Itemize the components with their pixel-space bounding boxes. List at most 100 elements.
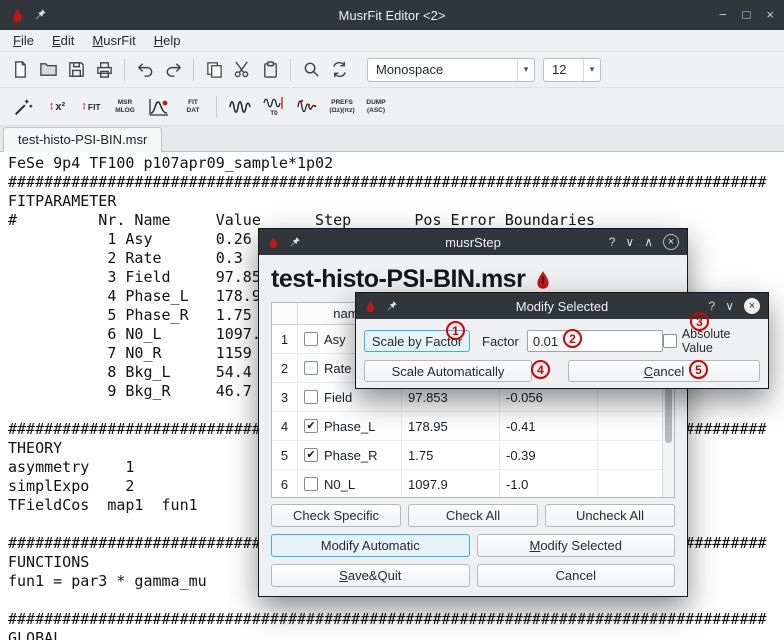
fit-button[interactable]: ↕ FIT — [74, 91, 108, 123]
row-checkbox[interactable] — [304, 390, 318, 404]
row-checkbox[interactable]: ✔ — [304, 419, 318, 433]
musrstep-titlebar[interactable]: musrStep ? ∨ ∧ × — [259, 229, 687, 255]
step-cell: -0.41 — [500, 412, 598, 440]
menu-help[interactable]: Help — [145, 31, 190, 50]
menu-edit[interactable]: Edit — [43, 31, 83, 50]
musrstep-cancel-button[interactable]: Cancel — [477, 564, 676, 587]
font-family-combo[interactable]: Monospace ▾ — [367, 58, 535, 82]
factor-input[interactable] — [527, 330, 663, 352]
toolbar-separator — [193, 59, 194, 81]
check-specific-button[interactable]: Check Specific — [271, 504, 401, 527]
tabbar: test-histo-PSI-BIN.msr — [0, 126, 784, 152]
pin-icon[interactable] — [385, 300, 398, 313]
msr-file-heading: test-histo-PSI-BIN.msr — [271, 265, 525, 294]
fit-dat-button[interactable]: FIT DAT — [176, 91, 210, 123]
app-icon — [364, 300, 377, 313]
font-size-combo[interactable]: 12 ▾ — [543, 58, 601, 82]
uncheck-all-button[interactable]: Uncheck All — [545, 504, 675, 527]
pin-icon[interactable] — [33, 8, 47, 22]
annotation-4: 4 — [531, 360, 550, 379]
help-icon[interactable]: ? — [709, 299, 716, 313]
updown-arrows-icon: ↕ — [49, 101, 55, 112]
musr-drop-icon — [533, 269, 553, 291]
step-cell: -1.0 — [500, 470, 598, 498]
row-checkbox[interactable] — [304, 361, 318, 375]
tab-msr-file[interactable]: test-histo-PSI-BIN.msr — [3, 127, 162, 152]
shade-icon[interactable]: ∨ — [725, 299, 734, 313]
name-cell: N0_L — [298, 470, 402, 498]
row-checkbox[interactable] — [304, 332, 318, 346]
table-row[interactable]: 6 N0_L 1097.9 -1.0 — [272, 470, 674, 498]
dialog-title: Modify Selected — [356, 299, 768, 314]
shade-icon[interactable]: ∨ — [625, 235, 634, 249]
modify-dialog-body: Scale by Factor Factor Absolute Value Sc… — [356, 319, 768, 390]
minimize-icon[interactable]: − — [719, 0, 727, 30]
dump-button[interactable]: DUMP (ASC) — [359, 91, 393, 123]
chisq-label: x² — [55, 101, 65, 113]
row-checkbox[interactable] — [304, 477, 318, 491]
fit-dat-bottom-label: DAT — [187, 107, 200, 115]
table-row[interactable]: 4 ✔ Phase_L 178.95 -0.41 — [272, 412, 674, 441]
menu-file[interactable]: File — [4, 31, 43, 50]
paste-button[interactable] — [256, 56, 284, 84]
save-button[interactable] — [62, 56, 90, 84]
value-cell: 1.75 — [402, 441, 500, 469]
musrfit-toolbar: ↕ x² ↕ FIT MSR MLOG FIT DAT T0 PR — [0, 88, 784, 126]
name-cell: ✔ Phase_R — [298, 441, 402, 469]
chevron-down-icon[interactable]: ▾ — [517, 59, 534, 81]
mlog-label: MLOG — [115, 107, 135, 115]
redo-button[interactable] — [159, 56, 187, 84]
save-quit-button[interactable]: Save&Quit — [271, 564, 470, 587]
prefs-button[interactable]: PREFS (Ωz)(πz) — [325, 91, 359, 123]
check-all-button[interactable]: Check All — [408, 504, 538, 527]
factor-label: Factor — [482, 334, 519, 349]
modify-selected-button[interactable]: Modify Selected — [477, 534, 676, 557]
row-checkbox[interactable]: ✔ — [304, 448, 318, 462]
annotation-3: 3 — [690, 312, 709, 331]
find-button[interactable] — [297, 56, 325, 84]
row-number: 6 — [272, 470, 298, 498]
close-icon[interactable]: × — [766, 0, 774, 30]
raw-plot-button[interactable] — [291, 91, 325, 123]
msr-mlog-swap-button[interactable]: MSR MLOG — [108, 91, 142, 123]
absolute-value-checkbox[interactable] — [663, 334, 677, 348]
help-icon[interactable]: ? — [609, 235, 616, 249]
app-icon — [267, 236, 280, 249]
row-number: 3 — [272, 383, 298, 411]
close-icon[interactable]: × — [744, 298, 760, 314]
table-row[interactable]: 5 ✔ Phase_R 1.75 -0.39 — [272, 441, 674, 470]
chisq-button[interactable]: ↕ x² — [40, 91, 74, 123]
main-titlebar[interactable]: MusrFit Editor <2> − □ × — [0, 0, 784, 30]
musrview-button[interactable] — [142, 91, 176, 123]
absolute-value-label: Absolute Value — [682, 327, 760, 355]
modify-selected-dialog: Modify Selected ? ∨ × Scale by Factor Fa… — [355, 292, 769, 389]
dump-sub-label: (ASC) — [367, 107, 385, 115]
musr-wizard-button[interactable] — [6, 91, 40, 123]
close-icon[interactable]: × — [663, 234, 679, 250]
toolbar-separator — [290, 59, 291, 81]
cut-button[interactable] — [228, 56, 256, 84]
t0-button[interactable]: T0 — [257, 91, 291, 123]
row-number: 1 — [272, 325, 298, 353]
print-button[interactable] — [90, 56, 118, 84]
menubar: File Edit MusrFit Help — [0, 30, 784, 52]
chevron-down-icon[interactable]: ▾ — [583, 59, 600, 81]
maximize-icon[interactable]: □ — [743, 0, 751, 30]
modify-automatic-button[interactable]: Modify Automatic — [271, 534, 470, 557]
prefs-label: PREFS — [331, 99, 353, 107]
new-file-button[interactable] — [6, 56, 34, 84]
open-file-button[interactable] — [34, 56, 62, 84]
pin-icon[interactable] — [288, 236, 301, 249]
menu-musrfit[interactable]: MusrFit — [83, 31, 144, 50]
annotation-1: 1 — [446, 321, 465, 340]
t0-label: T0 — [270, 110, 278, 118]
name-cell: ✔ Phase_L — [298, 412, 402, 440]
copy-button[interactable] — [200, 56, 228, 84]
absolute-value-option[interactable]: Absolute Value — [663, 327, 760, 355]
replace-button[interactable] — [325, 56, 353, 84]
undo-button[interactable] — [131, 56, 159, 84]
unshade-icon[interactable]: ∧ — [644, 235, 653, 249]
musrft-button[interactable] — [223, 91, 257, 123]
scale-automatically-button[interactable]: Scale Automatically — [364, 360, 532, 382]
modify-cancel-button[interactable]: Cancel — [568, 360, 760, 382]
